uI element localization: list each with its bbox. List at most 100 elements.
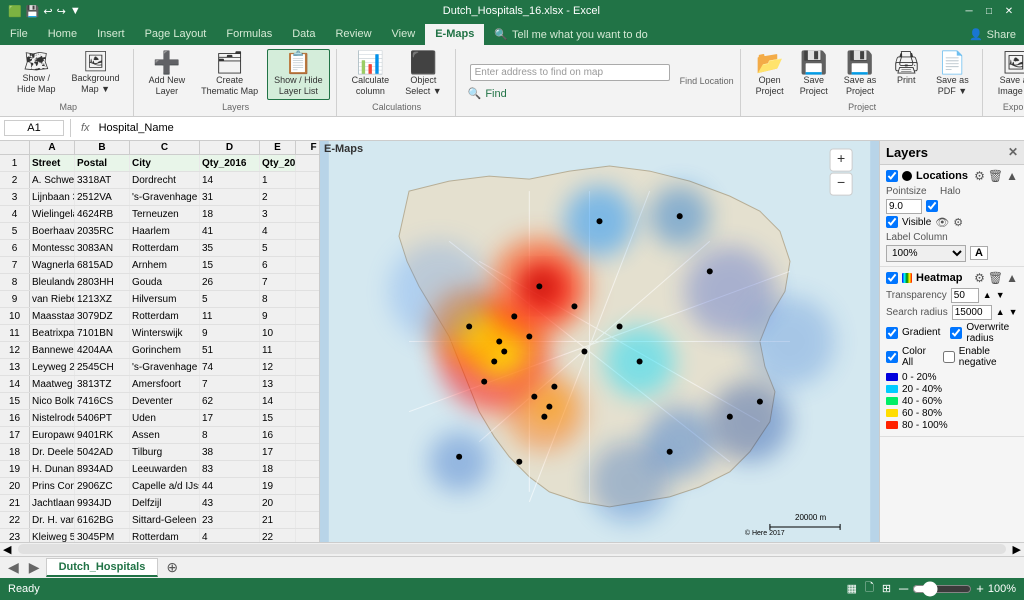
cell[interactable]: 9934JD bbox=[75, 495, 130, 511]
filter-icon[interactable]: ⚙ bbox=[953, 216, 963, 229]
view-page-break-icon[interactable]: ⊞ bbox=[882, 582, 891, 595]
cell[interactable]: 1213XZ bbox=[75, 291, 130, 307]
cell[interactable]: 1 bbox=[260, 172, 296, 188]
col-header-c[interactable]: C bbox=[130, 141, 200, 154]
cell[interactable]: Beatrixpark 1 bbox=[30, 325, 75, 341]
cell[interactable]: 18 bbox=[200, 206, 260, 222]
cell[interactable]: 5406PT bbox=[75, 410, 130, 426]
cell[interactable]: 4 bbox=[200, 529, 260, 542]
cell[interactable]: 35 bbox=[200, 240, 260, 256]
cell[interactable]: 20 bbox=[260, 495, 296, 511]
show-hide-map-btn[interactable]: 🗺 Show /Hide Map bbox=[10, 49, 63, 98]
cell[interactable]: 9401RK bbox=[75, 427, 130, 443]
cell[interactable]: 's-Gravenhage bbox=[130, 189, 200, 205]
show-hide-layer-list-btn[interactable]: 📋 Show / HideLayer List bbox=[267, 49, 330, 100]
calculate-column-btn[interactable]: 📊 Calculatecolumn bbox=[345, 49, 397, 100]
horizontal-scrollbar[interactable] bbox=[18, 544, 1005, 554]
cell[interactable]: 12 bbox=[260, 359, 296, 375]
tab-data[interactable]: Data bbox=[282, 24, 325, 45]
cell[interactable]: 62 bbox=[200, 393, 260, 409]
tab-emaps[interactable]: E-Maps bbox=[425, 24, 484, 45]
cell[interactable]: Nico Bolkesteinlaan 75 bbox=[30, 393, 75, 409]
cell[interactable]: 7416CS bbox=[75, 393, 130, 409]
tab-file[interactable]: File bbox=[0, 24, 38, 45]
cell[interactable]: 3 bbox=[260, 206, 296, 222]
cell[interactable]: Arnhem bbox=[130, 257, 200, 273]
layers-close-btn[interactable]: ✕ bbox=[1008, 145, 1018, 159]
locations-expand-icon[interactable]: ▲ bbox=[1006, 169, 1018, 183]
maximize-btn[interactable]: □ bbox=[982, 4, 996, 18]
cell[interactable]: 14 bbox=[260, 393, 296, 409]
cell[interactable]: H. Dunantweg 2 bbox=[30, 461, 75, 477]
enable-negative-checkbox[interactable] bbox=[943, 351, 955, 363]
cell[interactable]: 9 bbox=[260, 308, 296, 324]
cell[interactable]: Assen bbox=[130, 427, 200, 443]
tell-me-bar[interactable]: 🔍 Tell me what you want to do bbox=[484, 24, 961, 45]
background-map-btn[interactable]: 🖼 BackgroundMap ▼ bbox=[65, 49, 127, 98]
quick-access-menu[interactable]: ▼ bbox=[70, 5, 81, 17]
cell[interactable]: 3079DZ bbox=[75, 308, 130, 324]
address-search-bar[interactable]: Enter address to find on map bbox=[470, 64, 670, 81]
save-project-btn[interactable]: 💾 SaveProject bbox=[793, 49, 835, 100]
search-radius-input[interactable] bbox=[952, 305, 992, 320]
cell[interactable]: 3318AT bbox=[75, 172, 130, 188]
heatmap-checkbox[interactable] bbox=[886, 272, 898, 284]
cell[interactable]: Postal bbox=[75, 155, 130, 171]
col-header-b[interactable]: B bbox=[75, 141, 130, 154]
cell[interactable]: 19 bbox=[260, 478, 296, 494]
heatmap-expand-icon[interactable]: ▲ bbox=[1006, 271, 1018, 285]
tab-view[interactable]: View bbox=[382, 24, 426, 45]
cell[interactable]: Deventer bbox=[130, 393, 200, 409]
cell[interactable]: 44 bbox=[200, 478, 260, 494]
cell[interactable]: Leyweg 275 bbox=[30, 359, 75, 375]
heatmap-settings-icon[interactable]: ⚙ bbox=[974, 271, 985, 285]
cell[interactable]: Qty_2016 bbox=[200, 155, 260, 171]
cell[interactable]: 7 bbox=[200, 376, 260, 392]
cell[interactable]: 7101BN bbox=[75, 325, 130, 341]
zoom-out-btn[interactable]: ─ bbox=[899, 581, 908, 596]
quick-access-undo[interactable]: ↩ bbox=[43, 5, 52, 18]
formula-input[interactable] bbox=[98, 121, 1020, 135]
cell[interactable]: Dr. H. van der Hoffplein 1 bbox=[30, 512, 75, 528]
cell[interactable]: Jachtlaan 50 bbox=[30, 495, 75, 511]
cell[interactable]: 2906ZC bbox=[75, 478, 130, 494]
cell[interactable]: Qty_2015 bbox=[260, 155, 296, 171]
gradient-checkbox[interactable] bbox=[886, 327, 898, 339]
zoom-slider[interactable] bbox=[912, 581, 972, 597]
cell[interactable]: Prins Constantijnweg 2 bbox=[30, 478, 75, 494]
cell[interactable]: Delfzijl bbox=[130, 495, 200, 511]
col-header-a[interactable]: A bbox=[30, 141, 75, 154]
cell[interactable]: Gorinchem bbox=[130, 342, 200, 358]
view-page-layout-icon[interactable]: 🗋 bbox=[865, 579, 874, 598]
cell[interactable]: 21 bbox=[260, 512, 296, 528]
cell[interactable]: Boerhaavelaan 22 bbox=[30, 223, 75, 239]
cell[interactable]: 13 bbox=[260, 376, 296, 392]
create-thematic-map-btn[interactable]: 🗂 CreateThematic Map bbox=[194, 49, 265, 100]
save-as-image-btn[interactable]: 🖼 Save asImage ▼ bbox=[991, 49, 1024, 100]
object-select-btn[interactable]: ⬛ ObjectSelect ▼ bbox=[398, 49, 448, 100]
tab-nav-prev[interactable]: ◀ bbox=[4, 559, 23, 576]
cell[interactable]: 11 bbox=[260, 342, 296, 358]
col-header-e[interactable]: E bbox=[260, 141, 296, 154]
cell[interactable]: 10 bbox=[260, 325, 296, 341]
cell[interactable]: 7 bbox=[260, 274, 296, 290]
cell[interactable]: 6162BG bbox=[75, 512, 130, 528]
zoom-in-btn[interactable]: + bbox=[976, 581, 984, 596]
cell[interactable]: Amersfoort bbox=[130, 376, 200, 392]
close-btn[interactable]: ✕ bbox=[1002, 4, 1016, 18]
cell[interactable]: 16 bbox=[260, 427, 296, 443]
cell[interactable]: Hilversum bbox=[130, 291, 200, 307]
heatmap-trash-icon[interactable]: 🗑 bbox=[988, 271, 1003, 285]
cell[interactable]: Dr. Deelenlaan 5 bbox=[30, 444, 75, 460]
cell[interactable]: Nistelrodeseweg 10 bbox=[30, 410, 75, 426]
cell[interactable]: 17 bbox=[260, 444, 296, 460]
cell[interactable]: Kleiweg 500 bbox=[30, 529, 75, 542]
cell[interactable]: Bleulandweg 10 bbox=[30, 274, 75, 290]
eye-icon[interactable]: 👁 bbox=[935, 216, 949, 229]
cell[interactable]: 18 bbox=[260, 461, 296, 477]
col-header-d[interactable]: D bbox=[200, 141, 260, 154]
minimize-btn[interactable]: ─ bbox=[962, 4, 976, 18]
cell[interactable]: 4204AA bbox=[75, 342, 130, 358]
view-normal-icon[interactable]: ▦ bbox=[847, 582, 857, 595]
cell[interactable]: 43 bbox=[200, 495, 260, 511]
